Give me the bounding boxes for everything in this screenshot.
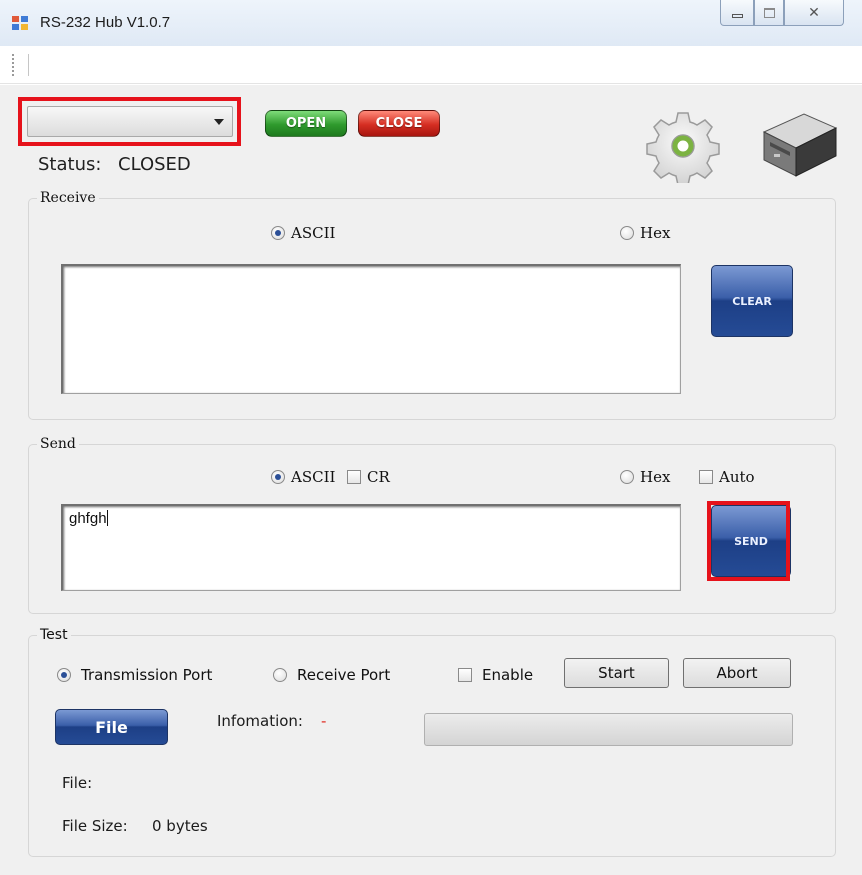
send-ascii-radio[interactable] [271, 470, 285, 484]
receive-ascii-radio[interactable] [271, 226, 285, 240]
file-button[interactable]: File [55, 709, 168, 745]
file-size-label: File Size: [62, 817, 128, 835]
send-ascii-label: ASCII [291, 468, 336, 486]
enable-option[interactable]: Enable [458, 666, 533, 684]
transfer-progress-bar [424, 713, 793, 746]
maximize-icon [763, 7, 775, 18]
toolbar-strip [0, 46, 862, 84]
open-port-button[interactable]: OPEN [265, 110, 347, 137]
receive-port-radio[interactable] [273, 668, 287, 682]
toolbar-grip[interactable] [12, 54, 16, 76]
send-auto-label: Auto [719, 468, 755, 486]
close-window-button[interactable]: ✕ [784, 0, 844, 26]
receive-legend: Receive [37, 190, 99, 206]
status-label: Status: [38, 154, 102, 175]
minimize-button[interactable] [720, 0, 754, 26]
send-ascii-option[interactable]: ASCII [271, 468, 335, 486]
receive-hex-radio[interactable] [620, 226, 634, 240]
send-textarea[interactable]: ghfgh [61, 504, 681, 591]
send-cr-label: CR [367, 468, 390, 486]
information-label: Infomation: [217, 712, 303, 730]
information-value: - [321, 712, 327, 730]
file-size-value: 0 bytes [152, 817, 208, 835]
app-icon [12, 16, 30, 32]
hard-drive-icon[interactable] [760, 104, 838, 182]
send-auto-option[interactable]: Auto [699, 468, 755, 486]
port-select[interactable] [27, 106, 233, 137]
window-title: RS-232 Hub V1.0.7 [40, 14, 171, 31]
send-button-highlight [707, 501, 790, 581]
chevron-down-icon [214, 119, 224, 125]
toolbar-separator [28, 54, 29, 76]
receive-hex-option[interactable]: Hex [620, 224, 670, 242]
send-hex-option[interactable]: Hex [620, 468, 670, 486]
enable-checkbox[interactable] [458, 668, 472, 682]
clear-button[interactable]: CLEAR [711, 265, 793, 337]
text-cursor [106, 510, 108, 526]
close-icon: ✕ [808, 4, 820, 21]
transmission-port-option[interactable]: Transmission Port [57, 666, 212, 684]
start-button[interactable]: Start [564, 658, 669, 688]
test-legend: Test [37, 627, 71, 643]
gear-icon[interactable] [646, 109, 720, 186]
file-label: File: [62, 774, 93, 792]
receive-hex-label: Hex [640, 224, 671, 242]
transmission-port-label: Transmission Port [81, 666, 213, 684]
send-auto-checkbox[interactable] [699, 470, 713, 484]
send-text-value: ghfgh [69, 510, 107, 527]
receive-port-label: Receive Port [297, 666, 391, 684]
abort-button[interactable]: Abort [683, 658, 791, 688]
minimize-icon [731, 13, 743, 18]
close-port-button[interactable]: CLOSE [358, 110, 440, 137]
maximize-button[interactable] [754, 0, 784, 26]
send-hex-radio[interactable] [620, 470, 634, 484]
receive-ascii-option[interactable]: ASCII [271, 224, 335, 242]
status-value: CLOSED [118, 154, 191, 175]
receive-textarea[interactable] [61, 264, 681, 394]
send-hex-label: Hex [640, 468, 671, 486]
enable-label: Enable [482, 666, 534, 684]
send-cr-checkbox[interactable] [347, 470, 361, 484]
send-legend: Send [37, 436, 79, 452]
transmission-port-radio[interactable] [57, 668, 71, 682]
receive-port-option[interactable]: Receive Port [273, 666, 390, 684]
receive-ascii-label: ASCII [291, 224, 336, 242]
send-cr-option[interactable]: CR [347, 468, 390, 486]
